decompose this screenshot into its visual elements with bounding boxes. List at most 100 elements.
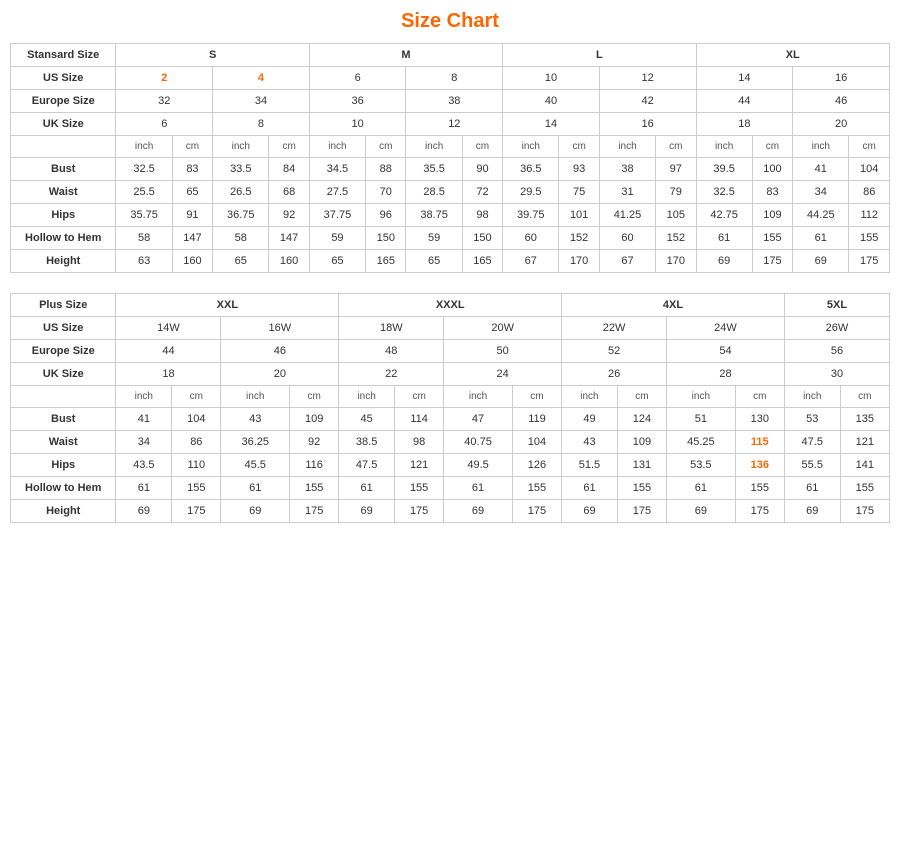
uk-6: 6 bbox=[116, 113, 213, 136]
us-size-label: US Size bbox=[11, 67, 116, 90]
bust-label: Bust bbox=[11, 158, 116, 181]
plus-empty-cell bbox=[11, 386, 116, 408]
plus-cm-3: cm bbox=[395, 386, 444, 408]
us-8: 8 bbox=[406, 67, 503, 90]
us-16: 16 bbox=[793, 67, 890, 90]
plus-inch-3: inch bbox=[339, 386, 395, 408]
plus-bust-label: Bust bbox=[11, 408, 116, 431]
height-row: Height 63 160 65 160 65 165 65 165 67 17… bbox=[11, 250, 890, 273]
eu-38: 38 bbox=[406, 90, 503, 113]
plus-eu-52: 52 bbox=[562, 340, 667, 363]
5xl-header: 5XL bbox=[784, 294, 889, 317]
us-26w: 26W bbox=[784, 317, 889, 340]
plus-size-label: Plus Size bbox=[11, 294, 116, 317]
bust-2: 33.5 bbox=[213, 158, 269, 181]
bust-12: 39.5 bbox=[696, 158, 752, 181]
standard-size-label: Stansard Size bbox=[11, 44, 116, 67]
us-12: 12 bbox=[599, 67, 696, 90]
us-14: 14 bbox=[696, 67, 793, 90]
plus-eu-48: 48 bbox=[339, 340, 444, 363]
eu-36: 36 bbox=[309, 90, 406, 113]
cm-2: cm bbox=[269, 136, 309, 158]
bust-10: 38 bbox=[599, 158, 655, 181]
eu-42: 42 bbox=[599, 90, 696, 113]
plus-eu-46: 46 bbox=[221, 340, 339, 363]
plus-height-label: Height bbox=[11, 500, 116, 523]
height-label: Height bbox=[11, 250, 116, 273]
us-24w: 24W bbox=[667, 317, 785, 340]
bust-14: 41 bbox=[793, 158, 849, 181]
plus-height-row: Height 69 175 69 175 69 175 69 175 69 17… bbox=[11, 500, 890, 523]
plus-uk-20: 20 bbox=[221, 363, 339, 386]
plus-inch-1: inch bbox=[116, 386, 172, 408]
plus-inch-2: inch bbox=[221, 386, 290, 408]
cm-1: cm bbox=[172, 136, 212, 158]
plus-uk-18: 18 bbox=[116, 363, 221, 386]
eu-34: 34 bbox=[213, 90, 310, 113]
bust-0: 32.5 bbox=[116, 158, 172, 181]
plus-uk-size-label: UK Size bbox=[11, 363, 116, 386]
inch-5: inch bbox=[503, 136, 559, 158]
us-size-row: US Size 2 4 6 8 10 12 14 16 bbox=[11, 67, 890, 90]
eu-46: 46 bbox=[793, 90, 890, 113]
waist-row: Waist 25.5 65 26.5 68 27.5 70 28.5 72 29… bbox=[11, 181, 890, 204]
plus-us-size-row: US Size 14W 16W 18W 20W 22W 24W 26W bbox=[11, 317, 890, 340]
plus-eu-56: 56 bbox=[784, 340, 889, 363]
plus-hollow-label: Hollow to Hem bbox=[11, 477, 116, 500]
us-22w: 22W bbox=[562, 317, 667, 340]
m-header: M bbox=[309, 44, 502, 67]
us-10: 10 bbox=[503, 67, 600, 90]
cm-8: cm bbox=[849, 136, 890, 158]
plus-unit-subheader: inch cm inch cm inch cm inch cm inch cm … bbox=[11, 386, 890, 408]
bust-3: 84 bbox=[269, 158, 309, 181]
xl-header: XL bbox=[696, 44, 890, 67]
plus-inch-7: inch bbox=[784, 386, 840, 408]
uk-10: 10 bbox=[309, 113, 406, 136]
plus-inch-6: inch bbox=[667, 386, 736, 408]
us-6: 6 bbox=[309, 67, 406, 90]
plus-size-header-row: Plus Size XXL XXXL 4XL 5XL bbox=[11, 294, 890, 317]
plus-table: Plus Size XXL XXXL 4XL 5XL US Size 14W 1… bbox=[10, 293, 890, 523]
plus-inch-5: inch bbox=[562, 386, 618, 408]
cm-7: cm bbox=[752, 136, 792, 158]
plus-cm-7: cm bbox=[840, 386, 889, 408]
plus-uk-28: 28 bbox=[667, 363, 785, 386]
plus-europe-size-row: Europe Size 44 46 48 50 52 54 56 bbox=[11, 340, 890, 363]
bust-row: Bust 32.5 83 33.5 84 34.5 88 35.5 90 36.… bbox=[11, 158, 890, 181]
hollow-label: Hollow to Hem bbox=[11, 227, 116, 250]
cm-3: cm bbox=[366, 136, 406, 158]
europe-size-row: Europe Size 32 34 36 38 40 42 44 46 bbox=[11, 90, 890, 113]
uk-14: 14 bbox=[503, 113, 600, 136]
us-18w: 18W bbox=[339, 317, 444, 340]
plus-cm-5: cm bbox=[617, 386, 666, 408]
xxl-header: XXL bbox=[116, 294, 339, 317]
uk-8: 8 bbox=[213, 113, 310, 136]
plus-eu-50: 50 bbox=[444, 340, 562, 363]
uk-20: 20 bbox=[793, 113, 890, 136]
eu-32: 32 bbox=[116, 90, 213, 113]
bust-5: 88 bbox=[366, 158, 406, 181]
plus-us-size-label: US Size bbox=[11, 317, 116, 340]
l-header: L bbox=[503, 44, 696, 67]
plus-eu-54: 54 bbox=[667, 340, 785, 363]
plus-hips-row: Hips 43.5 110 45.5 116 47.5 121 49.5 126… bbox=[11, 454, 890, 477]
inch-7: inch bbox=[696, 136, 752, 158]
inch-4: inch bbox=[406, 136, 462, 158]
us-20w: 20W bbox=[444, 317, 562, 340]
plus-waist-row: Waist 34 86 36.25 92 38.5 98 40.75 104 4… bbox=[11, 431, 890, 454]
plus-inch-4: inch bbox=[444, 386, 513, 408]
inch-8: inch bbox=[793, 136, 849, 158]
plus-bust-row: Bust 41 104 43 109 45 114 47 119 49 124 … bbox=[11, 408, 890, 431]
uk-size-label: UK Size bbox=[11, 113, 116, 136]
plus-uk-size-row: UK Size 18 20 22 24 26 28 30 bbox=[11, 363, 890, 386]
inch-3: inch bbox=[309, 136, 365, 158]
inch-1: inch bbox=[116, 136, 172, 158]
bust-11: 97 bbox=[656, 158, 696, 181]
plus-waist-label: Waist bbox=[11, 431, 116, 454]
plus-uk-22: 22 bbox=[339, 363, 444, 386]
inch-2: inch bbox=[213, 136, 269, 158]
empty-cell bbox=[11, 136, 116, 158]
us-16w: 16W bbox=[221, 317, 339, 340]
plus-cm-1: cm bbox=[172, 386, 221, 408]
plus-hips-label: Hips bbox=[11, 454, 116, 477]
